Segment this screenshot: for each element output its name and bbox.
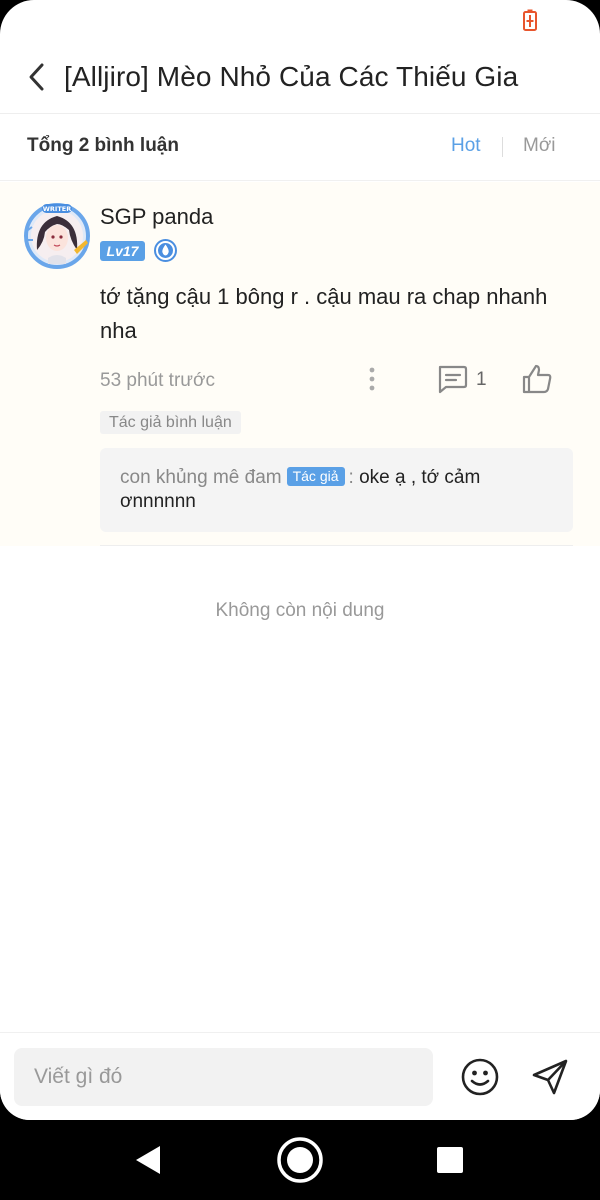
page-title: [Alljiro] Mèo Nhỏ Của Các Thiếu Gia [64, 61, 519, 92]
reply-button[interactable]: 1 [436, 364, 496, 396]
comment-timestamp: 53 phút trước [100, 370, 215, 391]
nav-home-icon[interactable] [276, 1136, 324, 1184]
comment-item: WRITER SGP panda Lv17 tớ tặng cậu 1 bông… [0, 182, 600, 546]
card-divider [100, 545, 573, 546]
svg-text:WRITER: WRITER [43, 205, 71, 213]
comment-composer [0, 1032, 600, 1120]
end-of-list-text: Không còn nội dung [215, 600, 385, 621]
sort-new-tab[interactable]: Mới [523, 135, 556, 157]
drop-badge-icon [154, 239, 177, 262]
thumbs-up-icon[interactable] [520, 362, 554, 396]
reply-preview[interactable]: con khủng mê đam Tác giả: oke ạ , tớ cảm … [100, 448, 573, 532]
reply-separator: : [348, 467, 354, 488]
battery-charging-icon [523, 9, 537, 31]
nav-recents-icon[interactable] [437, 1147, 463, 1173]
sort-hot-tab[interactable]: Hot [451, 135, 481, 157]
more-options-icon[interactable] [360, 364, 384, 394]
send-icon[interactable] [530, 1057, 570, 1097]
comment-input[interactable] [14, 1048, 433, 1106]
author-commented-tag: Tác giả bình luận [100, 411, 241, 434]
level-badge: Lv17 [100, 241, 145, 261]
author-tag-badge: Tác giả [286, 467, 345, 486]
comment-bubble-icon [438, 365, 468, 394]
total-comments-count: Tổng 2 bình luận [27, 135, 179, 156]
sort-divider [502, 137, 503, 157]
username[interactable]: SGP panda [100, 204, 213, 230]
writer-avatar-icon[interactable]: WRITER [22, 200, 92, 270]
reply-author: con khủng mê đam [120, 467, 282, 488]
chevron-left-icon [29, 63, 44, 91]
emoji-icon[interactable] [460, 1057, 500, 1097]
comment-text: tớ tặng cậu 1 bông r . cậu mau ra chap n… [100, 284, 548, 343]
sort-bar: Tổng 2 bình luận Hot Mới [0, 115, 600, 181]
nav-back-icon[interactable] [132, 1142, 164, 1178]
status-bar [0, 0, 600, 40]
system-nav-bar [0, 1120, 600, 1200]
app-bar: [Alljiro] Mèo Nhỏ Của Các Thiếu Gia [0, 40, 600, 114]
back-button[interactable] [20, 58, 54, 96]
reply-count: 1 [476, 369, 487, 390]
comments-screen: [Alljiro] Mèo Nhỏ Của Các Thiếu Gia Tổng… [0, 0, 600, 1120]
